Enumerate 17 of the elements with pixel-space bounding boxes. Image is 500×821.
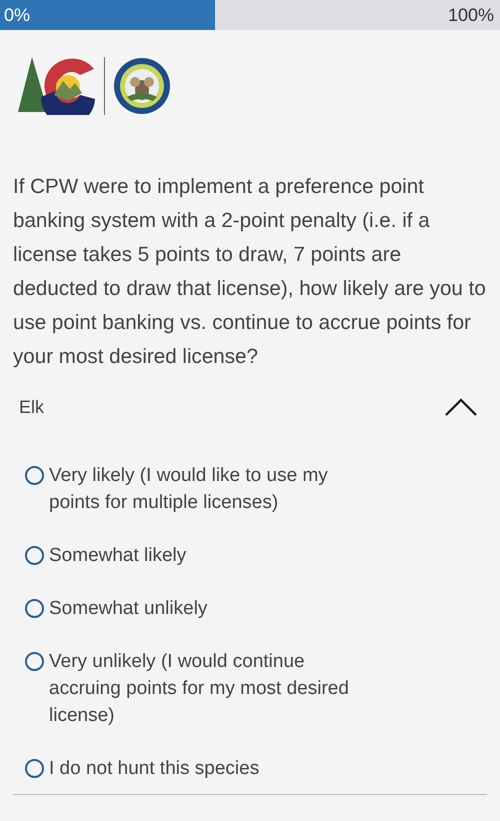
radio-button[interactable] xyxy=(25,546,44,565)
option-label[interactable]: I do not hunt this species xyxy=(49,755,379,782)
seal-icon xyxy=(113,57,171,115)
radio-button[interactable] xyxy=(25,652,44,671)
option-label[interactable]: Very unlikely (I would continue accruing points for my most desired license) xyxy=(49,648,379,729)
option-label[interactable]: Very likely (I would like to use my points for multiple licenses) xyxy=(49,462,379,516)
state-logo-icon xyxy=(18,57,96,115)
radio-button[interactable] xyxy=(25,599,44,618)
radio-button[interactable] xyxy=(25,466,44,485)
progress-end-label: 100% xyxy=(448,4,494,26)
option-label[interactable]: Somewhat unlikely xyxy=(49,595,379,622)
progress-start-label: 0% xyxy=(4,4,30,26)
question-text: If CPW were to implement a preference point banking system with a 2-point penalty (i.e. if a license takes 5 points to draw, 7 points are deducted to draw that license), how likely are you to use point banking vs. continue to accrue points for your most desired license? xyxy=(13,174,487,370)
chevron-up-icon[interactable] xyxy=(444,397,478,417)
section-title: Elk xyxy=(19,396,44,418)
option-label[interactable]: Somewhat likely xyxy=(49,542,379,569)
radio-button[interactable] xyxy=(25,759,44,778)
